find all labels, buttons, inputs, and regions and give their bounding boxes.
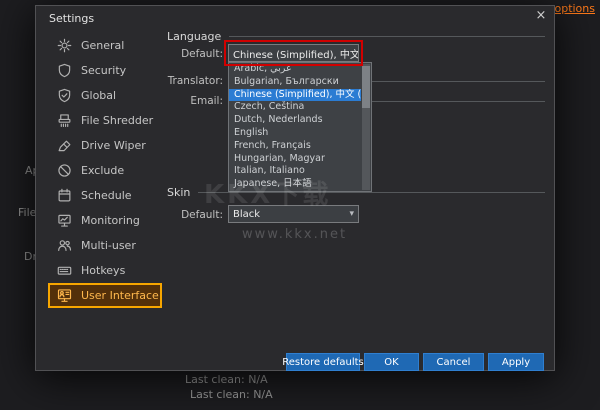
chevron-down-icon: ▾ bbox=[349, 209, 354, 219]
sidebar-item-label: Multi-user bbox=[81, 239, 136, 252]
skin-default-value: Black bbox=[233, 209, 260, 220]
sidebar-item-file-shredder[interactable]: File Shredder bbox=[48, 108, 162, 133]
language-dropdown-list: Arabic, عربي Bulgarian, Български Chines… bbox=[228, 62, 372, 192]
language-option[interactable]: Italian, Italiano bbox=[229, 165, 361, 178]
sidebar-item-label: Monitoring bbox=[81, 214, 140, 227]
language-option[interactable]: Dutch, Nederlands bbox=[229, 114, 361, 127]
close-icon: × bbox=[536, 8, 547, 23]
language-section-title: Language bbox=[167, 30, 221, 43]
ok-button[interactable]: OK bbox=[364, 353, 419, 371]
sidebar-item-label: Security bbox=[81, 64, 126, 77]
sidebar-item-user-interface[interactable]: User Interface bbox=[48, 283, 162, 308]
sidebar-item-label: General bbox=[81, 39, 124, 52]
language-option[interactable]: Bulgarian, Български bbox=[229, 76, 361, 89]
language-option[interactable]: Arabic, عربي bbox=[229, 63, 361, 76]
skin-section-title: Skin bbox=[167, 186, 190, 199]
skin-default-label: Default: bbox=[165, 209, 223, 221]
exclude-icon bbox=[57, 163, 72, 178]
language-option[interactable]: Japanese, 日本語 bbox=[229, 178, 361, 191]
shredder-icon bbox=[57, 113, 72, 128]
monitoring-icon bbox=[57, 213, 72, 228]
sidebar-item-label: User Interface bbox=[81, 289, 159, 302]
language-section-header: Language bbox=[167, 30, 545, 43]
language-option-selected[interactable]: Chinese (Simplified), 中文 (简体) bbox=[229, 89, 361, 102]
watermark-url: www.kkx.net bbox=[242, 227, 347, 242]
shield-check-icon bbox=[57, 88, 72, 103]
keyboard-icon bbox=[57, 263, 72, 278]
sidebar-item-general[interactable]: General bbox=[48, 33, 162, 58]
sidebar-item-drive-wiper[interactable]: Drive Wiper bbox=[48, 133, 162, 158]
sidebar-item-label: Exclude bbox=[81, 164, 124, 177]
sidebar-item-label: Global bbox=[81, 89, 116, 102]
sidebar-item-label: File Shredder bbox=[81, 114, 153, 127]
sidebar-item-label: Hotkeys bbox=[81, 264, 125, 277]
app-background: y options App File S Dri Last clean: N/A… bbox=[0, 0, 600, 410]
sidebar-item-security[interactable]: Security bbox=[48, 58, 162, 83]
language-option[interactable]: Hungarian, Magyar bbox=[229, 153, 361, 166]
skin-default-select[interactable]: Black ▾ bbox=[228, 205, 359, 223]
users-icon bbox=[57, 238, 72, 253]
cancel-button[interactable]: Cancel bbox=[423, 353, 484, 371]
user-interface-icon bbox=[57, 288, 72, 303]
language-option[interactable]: Czech, Čeština bbox=[229, 101, 361, 114]
language-default-label: Default: bbox=[165, 48, 223, 60]
close-button[interactable]: × bbox=[533, 8, 549, 24]
gear-icon bbox=[57, 38, 72, 53]
bg-last-clean-2: Last clean: N/A bbox=[190, 388, 273, 401]
language-default-select[interactable]: Chinese (Simplified), 中文 (简体) ▾ bbox=[228, 44, 359, 62]
translator-label: Translator: bbox=[165, 75, 223, 87]
sidebar-item-exclude[interactable]: Exclude bbox=[48, 158, 162, 183]
calendar-icon bbox=[57, 188, 72, 203]
language-option[interactable]: English bbox=[229, 127, 361, 140]
settings-sidebar: General Security Global File Shredder bbox=[48, 33, 162, 308]
language-option[interactable]: French, Français bbox=[229, 140, 361, 153]
section-divider bbox=[229, 36, 545, 37]
eraser-icon bbox=[57, 138, 72, 153]
apply-button[interactable]: Apply bbox=[488, 353, 544, 371]
restore-defaults-button[interactable]: Restore defaults bbox=[286, 353, 360, 371]
dropdown-scrollbar[interactable] bbox=[362, 64, 370, 190]
sidebar-item-label: Drive Wiper bbox=[81, 139, 146, 152]
email-label: Email: bbox=[165, 95, 223, 107]
settings-dialog: Settings × General Security G bbox=[35, 5, 555, 371]
shield-icon bbox=[57, 63, 72, 78]
scrollbar-thumb[interactable] bbox=[362, 66, 370, 108]
sidebar-item-schedule[interactable]: Schedule bbox=[48, 183, 162, 208]
bg-last-clean-1: Last clean: N/A bbox=[185, 373, 268, 386]
sidebar-item-monitoring[interactable]: Monitoring bbox=[48, 208, 162, 233]
sidebar-item-label: Schedule bbox=[81, 189, 132, 202]
language-default-value: Chinese (Simplified), 中文 (简体) bbox=[233, 46, 359, 61]
sidebar-item-global[interactable]: Global bbox=[48, 83, 162, 108]
sidebar-item-multi-user[interactable]: Multi-user bbox=[48, 233, 162, 258]
dialog-title: Settings bbox=[49, 12, 94, 25]
section-divider bbox=[198, 192, 545, 193]
sidebar-item-hotkeys[interactable]: Hotkeys bbox=[48, 258, 162, 283]
